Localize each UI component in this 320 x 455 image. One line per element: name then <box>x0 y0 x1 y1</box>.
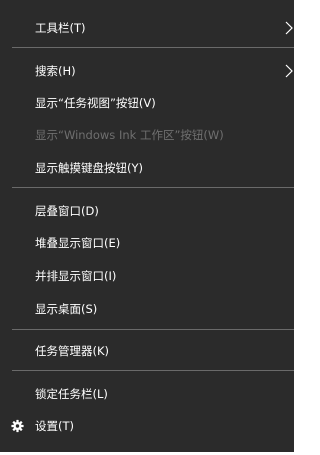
menu-separator <box>12 47 294 48</box>
menu-item-label: 工具栏(T) <box>35 21 86 35</box>
menu-item-label: 任务管理器(K) <box>35 344 110 358</box>
menu-item-label: 并排显示窗口(I) <box>35 269 117 283</box>
menu-separator <box>12 370 294 371</box>
menu-item-label: 锁定任务栏(L) <box>35 387 108 401</box>
menu-item-label: 显示桌面(S) <box>35 302 98 316</box>
menu-item-show-desktop[interactable]: 显示桌面(S) <box>0 294 294 324</box>
menu-separator <box>12 187 294 188</box>
menu-separator <box>12 329 294 330</box>
menu-item-settings[interactable]: 设置(T) <box>0 411 294 441</box>
menu-item-label: 显示“Windows Ink 工作区”按钮(W) <box>35 128 224 142</box>
menu-item-label: 显示“任务视图”按钮(V) <box>35 96 156 110</box>
menu-item-label: 层叠窗口(D) <box>35 204 99 218</box>
menu-item-side-by-side-windows[interactable]: 并排显示窗口(I) <box>0 261 294 291</box>
menu-item-label: 堆叠显示窗口(E) <box>35 236 121 250</box>
menu-item-task-manager[interactable]: 任务管理器(K) <box>0 336 294 366</box>
menu-item-show-ink-workspace: 显示“Windows Ink 工作区”按钮(W) <box>0 120 294 150</box>
chevron-right-icon <box>285 64 293 78</box>
gear-icon <box>11 419 24 433</box>
chevron-right-icon <box>285 21 293 35</box>
taskbar-context-menu: 工具栏(T) 搜索(H) 显示“任务视图”按钮(V) 显示“Windows In… <box>0 0 294 452</box>
menu-item-search[interactable]: 搜索(H) <box>0 56 294 86</box>
menu-item-label: 设置(T) <box>35 419 74 433</box>
menu-item-lock-taskbar[interactable]: 锁定任务栏(L) <box>0 379 294 409</box>
menu-item-show-touch-keyboard[interactable]: 显示触摸键盘按钮(Y) <box>0 153 294 183</box>
menu-item-toolbar[interactable]: 工具栏(T) <box>0 13 294 43</box>
page-background-edge <box>294 0 299 455</box>
menu-item-label: 显示触摸键盘按钮(Y) <box>35 161 143 175</box>
menu-item-show-task-view[interactable]: 显示“任务视图”按钮(V) <box>0 88 294 118</box>
menu-item-label: 搜索(H) <box>35 64 76 78</box>
menu-item-cascade-windows[interactable]: 层叠窗口(D) <box>0 196 294 226</box>
menu-item-stack-windows[interactable]: 堆叠显示窗口(E) <box>0 228 294 258</box>
